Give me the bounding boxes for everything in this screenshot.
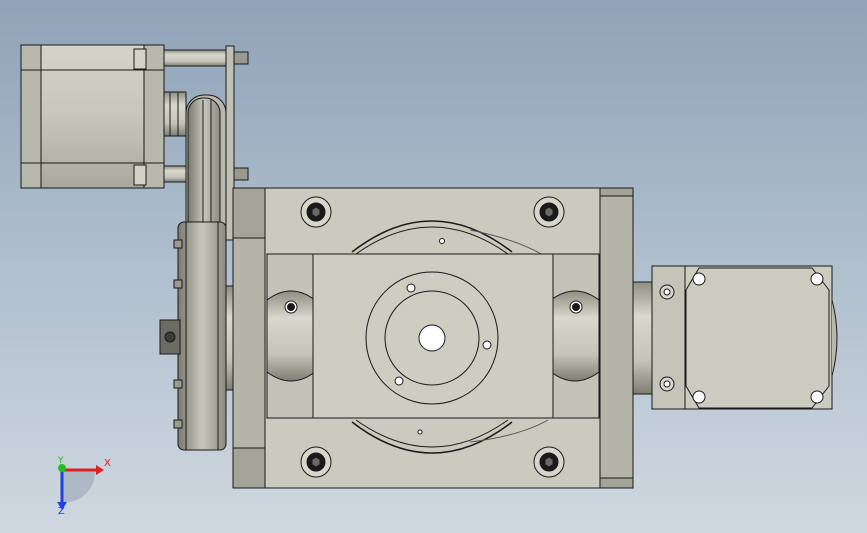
coordinate-triad-icon [57,464,104,510]
cad-model[interactable] [0,0,867,533]
turntable[interactable] [312,253,554,419]
hex-bolt-icon [300,446,332,478]
hex-bolt-icon [533,196,565,228]
z-axis-label: Z [58,506,65,517]
x-axis-label: X [104,458,111,469]
clamp-roller-right[interactable] [550,253,600,419]
y-axis-label: Y [58,456,64,466]
cad-viewport[interactable]: X Y Z [0,0,867,533]
clamp-roller-left[interactable] [266,253,316,419]
timing-belt-drive[interactable] [159,94,237,451]
hex-bolt-icon [300,196,332,228]
stepper-motor-right[interactable] [632,265,838,410]
hex-bolt-icon [533,446,565,478]
